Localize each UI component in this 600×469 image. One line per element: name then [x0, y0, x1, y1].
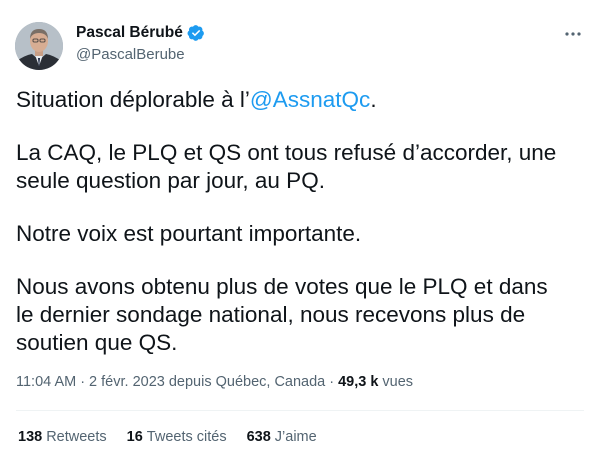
engagement-stats: 138 Retweets 16 Tweets cités 638 J’aime [18, 429, 337, 445]
tweet-line: seule question par jour, au PQ. [16, 168, 325, 193]
author-name-row[interactable]: Pascal Bérubé [76, 22, 205, 44]
author-handle[interactable]: @PascalBerube [76, 46, 185, 63]
likes-label: J’aime [274, 429, 317, 445]
tweet-line: La CAQ, le PLQ et QS ont tous refusé d’a… [16, 140, 557, 165]
author-name[interactable]: Pascal Bérubé [76, 24, 183, 42]
tweet-line: Notre voix est pourtant importante. [16, 221, 362, 246]
tweet-card: Pascal Bérubé @PascalBerube Situation dé… [0, 0, 600, 469]
tweet-line: le dernier sondage national, nous recevo… [16, 302, 526, 327]
tweet-text-span: Situation déplorable à l’ [16, 87, 250, 112]
tweet-date-source[interactable]: 2 févr. 2023 depuis Québec, Canada [89, 374, 325, 390]
avatar-image [15, 22, 63, 70]
tweet-text: Situation déplorable à l’@AssnatQc. La C… [16, 86, 588, 357]
likes-count: 638 [246, 429, 271, 445]
tweet-time[interactable]: 11:04 AM [16, 374, 76, 390]
tweet-line: soutien que QS. [16, 330, 178, 355]
meta-separator: · [80, 374, 86, 390]
tweet-paragraph-1: Situation déplorable à l’@AssnatQc. [16, 86, 588, 114]
tweet-paragraph-2: La CAQ, le PLQ et QS ont tous refusé d’a… [16, 139, 588, 195]
views-count[interactable]: 49,3 k [338, 374, 378, 390]
verified-badge-icon [187, 25, 204, 41]
retweets-label: Retweets [46, 429, 107, 445]
tweet-paragraph-3: Notre voix est pourtant importante. [16, 220, 588, 248]
divider [16, 410, 584, 411]
quote-tweets-label: Tweets cités [146, 429, 227, 445]
mention-link[interactable]: @AssnatQc [250, 87, 370, 112]
avatar[interactable] [15, 22, 63, 70]
retweets-count: 138 [18, 429, 43, 445]
more-options-icon[interactable] [562, 26, 584, 42]
likes-stat[interactable]: 638 J’aime [247, 429, 317, 445]
quote-tweets-stat[interactable]: 16 Tweets cités [127, 429, 227, 445]
retweets-stat[interactable]: 138 Retweets [18, 429, 107, 445]
meta-separator: · [329, 374, 335, 390]
tweet-paragraph-4: Nous avons obtenu plus de votes que le P… [16, 273, 588, 357]
tweet-meta: 11:04 AM · 2 févr. 2023 depuis Québec, C… [16, 374, 413, 390]
tweet-line: Nous avons obtenu plus de votes que le P… [16, 274, 548, 299]
tweet-text-span: . [370, 87, 377, 112]
quote-tweets-count: 16 [126, 429, 143, 445]
views-label: vues [382, 374, 414, 390]
